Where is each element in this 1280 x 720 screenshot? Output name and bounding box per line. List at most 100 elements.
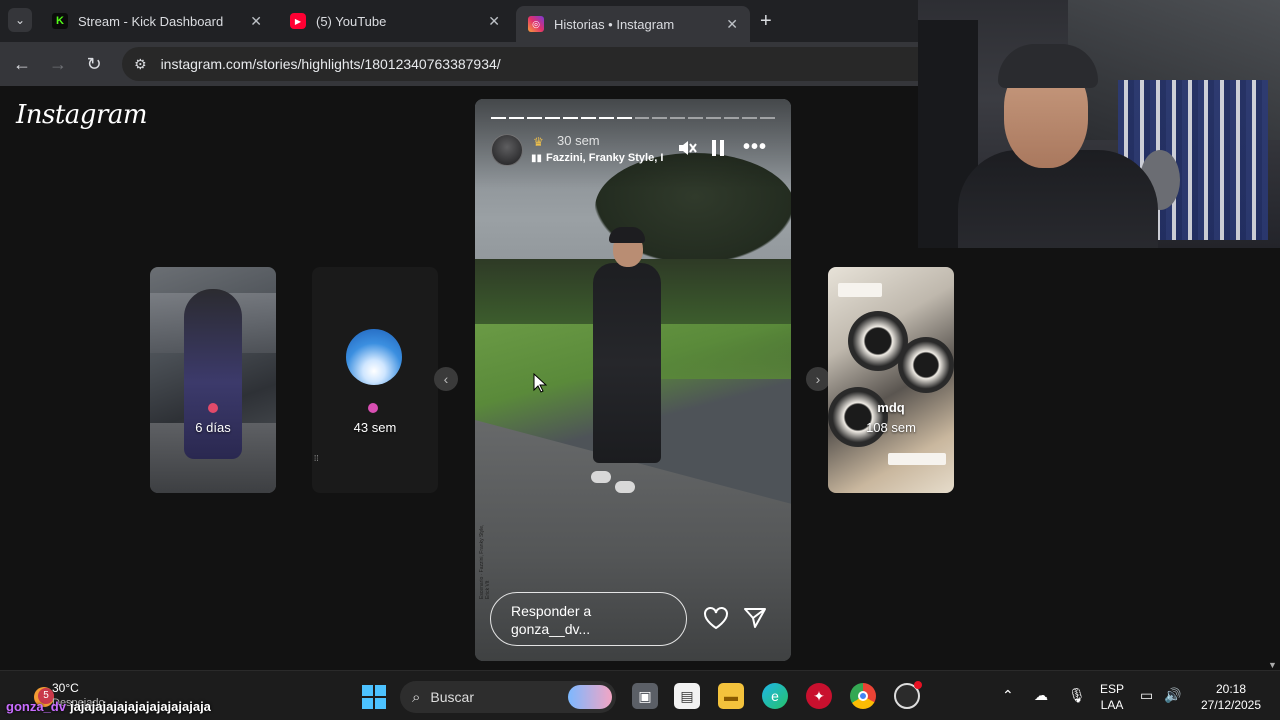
tab-title: Historias • Instagram <box>554 16 675 32</box>
tab-title: (5) YouTube <box>316 13 387 29</box>
shoe-image <box>591 471 611 483</box>
story-age-label: 6 días <box>195 420 231 435</box>
browser-tab-bar: ⌄ K Stream - Kick Dashboard ✕ ▶ (5) YouT… <box>0 0 920 42</box>
keyboard-language[interactable]: ESP LAA <box>1098 681 1126 713</box>
site-settings-icon[interactable]: ⚙ <box>134 56 147 73</box>
cup-image <box>898 337 954 393</box>
progress-segment <box>634 117 650 119</box>
send-icon[interactable] <box>743 607 767 634</box>
chat-message: jajajajajajajajajajajajaja <box>69 699 211 714</box>
progress-segment <box>742 117 758 119</box>
streamer-cap-image <box>998 44 1098 88</box>
kick-icon: K <box>52 13 68 29</box>
story-music-title[interactable]: Fazzini, Franky Style, I <box>546 152 664 164</box>
recording-dot-icon <box>914 681 922 689</box>
search-icon: ⌕ <box>412 688 421 706</box>
browser-toolbar: ← → ↻ ⚙ instagram.com/stories/highlights… <box>0 42 920 86</box>
person-image <box>593 263 661 463</box>
edge-icon[interactable]: e <box>762 683 788 709</box>
stream-chat-overlay: gonza_dv jajajajajajajajajajajajaja <box>6 699 211 714</box>
scroll-down-arrow-icon[interactable]: ▼ <box>1268 660 1277 670</box>
progress-segment <box>508 117 524 119</box>
network-icon[interactable]: ▭ <box>1140 687 1153 704</box>
address-bar[interactable]: ⚙ instagram.com/stories/highlights/18012… <box>122 47 920 81</box>
crown-icon: ♛ <box>533 135 544 149</box>
story-time: 30 sem <box>557 133 600 148</box>
more-options-icon[interactable]: ••• <box>743 136 767 159</box>
reload-icon[interactable]: ↻ <box>76 54 112 75</box>
progress-segment <box>598 117 614 119</box>
clock-time: 20:18 <box>1215 682 1247 696</box>
app-red-icon[interactable]: ✦ <box>806 683 832 709</box>
microphone-icon[interactable]: 🎙 <box>1068 687 1086 704</box>
emoji-sticker-icon <box>208 403 218 413</box>
back-arrow-icon[interactable]: ← <box>4 54 40 75</box>
chrome-icon[interactable] <box>850 683 876 709</box>
heart-sticker-icon <box>368 403 378 413</box>
progress-segment <box>706 117 722 119</box>
story-age-label: 43 sem <box>353 420 397 435</box>
progress-segment <box>544 117 560 119</box>
tab-kick[interactable]: K Stream - Kick Dashboard ✕ <box>40 6 274 36</box>
tab-youtube[interactable]: ▶ (5) YouTube ✕ <box>278 6 512 36</box>
progress-segment <box>580 117 596 119</box>
progress-segment <box>724 117 740 119</box>
person-cap-image <box>609 227 645 243</box>
story-progress-bar <box>491 117 775 119</box>
show-hidden-icons-icon[interactable]: ⌃ <box>1002 687 1014 704</box>
webcam-overlay <box>918 0 1280 248</box>
screen: ⌄ K Stream - Kick Dashboard ✕ ▶ (5) YouT… <box>0 0 1280 720</box>
story-username: mdq <box>877 400 905 415</box>
onedrive-icon[interactable]: ☁ <box>1034 687 1048 704</box>
close-icon[interactable]: ✕ <box>250 13 262 30</box>
system-clock[interactable]: 20:18 27/12/2025 <box>1196 681 1266 713</box>
progress-segment <box>491 117 506 119</box>
search-label: Buscar <box>430 689 474 705</box>
shoe-image <box>615 481 635 493</box>
heart-icon[interactable] <box>703 606 729 637</box>
tab-search-button[interactable]: ⌄ <box>8 8 32 32</box>
next-story-button[interactable]: › <box>806 367 830 391</box>
reply-input[interactable]: Responder a gonza__dv... <box>490 592 687 646</box>
story-preview-prev-2[interactable]: 6 días <box>150 267 276 493</box>
previous-story-button[interactable]: ‹ <box>434 367 458 391</box>
story-preview-prev-1[interactable]: 43 sem <box>312 267 438 493</box>
taskbar-search[interactable]: ⌕ Buscar <box>400 681 616 713</box>
instagram-logo[interactable]: Instagram <box>16 100 148 130</box>
weather-temperature: 30°C <box>52 681 79 695</box>
windows-taskbar: 5 30°C Despejado gonza_dv jajajajajajajaj… <box>0 670 1280 720</box>
progress-segment <box>526 117 542 119</box>
windows-start-icon[interactable] <box>362 685 386 709</box>
cup-image <box>828 387 888 447</box>
close-icon[interactable]: ✕ <box>488 13 500 30</box>
vertical-caption: ⁞⁞ <box>314 454 319 463</box>
clock-date: 27/12/2025 <box>1200 698 1262 712</box>
music-bars-icon: ▮▮ <box>531 153 543 164</box>
language-code: ESP <box>1099 682 1124 696</box>
mouse-cursor-icon <box>533 372 548 398</box>
task-view-icon[interactable]: ▣ <box>632 683 658 709</box>
notepad-icon[interactable]: ▤ <box>674 683 700 709</box>
chat-username: gonza_dv <box>6 699 66 714</box>
story-preview-next-1[interactable]: mdq 108 sem <box>828 267 954 493</box>
mute-icon[interactable] <box>677 139 697 162</box>
progress-segment <box>670 117 686 119</box>
tab-title: Stream - Kick Dashboard <box>78 13 224 29</box>
progress-segment <box>688 117 704 119</box>
tab-instagram[interactable]: ◎ Historias • Instagram ✕ <box>516 6 750 42</box>
progress-segment <box>616 117 632 119</box>
url-text: instagram.com/stories/highlights/1801234… <box>160 56 501 72</box>
file-explorer-icon[interactable]: ▬ <box>718 683 744 709</box>
new-tab-button[interactable]: + <box>760 10 772 33</box>
progress-segment <box>760 117 775 119</box>
current-story[interactable]: ♛ 30 sem ▮▮ Fazzini, Franky Style, I •••… <box>475 99 791 661</box>
volume-icon[interactable]: 🔊 <box>1164 687 1181 704</box>
reshared-post-chip <box>838 283 882 297</box>
pause-icon[interactable] <box>711 139 725 162</box>
story-age-label: 108 sem <box>866 420 916 435</box>
close-icon[interactable]: ✕ <box>726 16 738 33</box>
story-user-avatar[interactable] <box>491 134 523 166</box>
forward-arrow-icon[interactable]: → <box>40 54 76 75</box>
caption-sticker <box>888 453 946 465</box>
story-avatar <box>346 329 402 385</box>
